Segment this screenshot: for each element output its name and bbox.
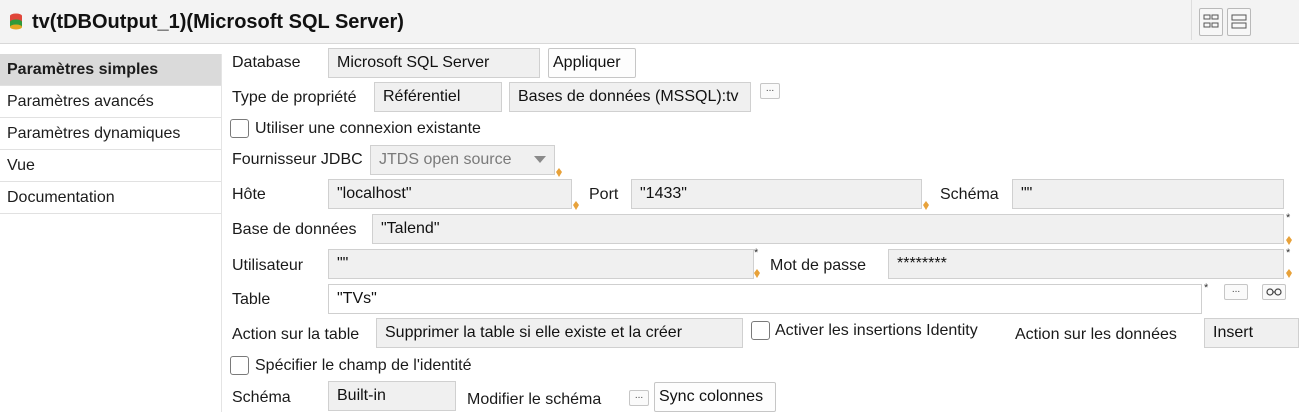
sidebar-item-dynamic-settings[interactable]: Paramètres dynamiques bbox=[0, 118, 221, 150]
identity-field-label: Spécifier le champ de l'identité bbox=[255, 357, 472, 374]
database-label: Database bbox=[232, 54, 301, 71]
title-bar: tv(tDBOutput_1)(Microsoft SQL Server) bbox=[0, 0, 1299, 44]
list-layout-button[interactable] bbox=[1227, 8, 1251, 36]
port-input[interactable]: "1433" bbox=[631, 179, 922, 209]
list-layout-icon bbox=[1231, 14, 1247, 29]
repository-select[interactable]: Bases de données (MSSQL):tv bbox=[509, 82, 751, 112]
host-input[interactable]: "localhost" bbox=[328, 179, 572, 209]
glasses-icon bbox=[1266, 288, 1282, 296]
apply-button[interactable]: Appliquer bbox=[548, 48, 636, 78]
db-schema-label: Schéma bbox=[940, 186, 999, 203]
settings-sidebar: Paramètres simples Paramètres avancés Pa… bbox=[0, 54, 222, 412]
edit-schema-label: Modifier le schéma bbox=[467, 391, 602, 408]
warning-icon bbox=[556, 168, 562, 177]
edit-schema-button[interactable]: ... bbox=[629, 390, 649, 406]
identity-field-checkbox[interactable] bbox=[230, 356, 249, 375]
chevron-down-icon bbox=[534, 156, 546, 163]
table-action-select[interactable]: Supprimer la table si elle existe et la … bbox=[376, 318, 743, 348]
guess-schema-button[interactable] bbox=[1262, 284, 1286, 300]
user-label: Utilisateur bbox=[232, 257, 304, 274]
sync-columns-button[interactable]: Sync colonnes bbox=[654, 382, 776, 412]
data-action-select[interactable]: Insert bbox=[1204, 318, 1299, 348]
warning-icon bbox=[1286, 269, 1292, 278]
database-output-icon bbox=[10, 13, 22, 30]
property-type-label: Type de propriété bbox=[232, 89, 357, 106]
warning-icon bbox=[573, 201, 579, 210]
required-marker: * bbox=[1204, 282, 1209, 294]
required-marker: * bbox=[1286, 247, 1291, 259]
sidebar-item-view[interactable]: Vue bbox=[0, 150, 221, 182]
table-label: Table bbox=[232, 291, 271, 308]
required-marker: * bbox=[1286, 212, 1291, 224]
schema-select[interactable]: Built-in bbox=[328, 381, 456, 411]
port-label: Port bbox=[589, 186, 619, 203]
identity-insert-label: Activer les insertions Identity bbox=[775, 322, 978, 339]
grid-layout-button[interactable] bbox=[1199, 8, 1223, 36]
dbname-label: Base de données bbox=[232, 221, 357, 238]
sidebar-item-documentation[interactable]: Documentation bbox=[0, 182, 221, 214]
warning-icon bbox=[754, 269, 760, 278]
password-label: Mot de passe bbox=[770, 257, 867, 274]
repository-browse-button[interactable]: ... bbox=[760, 83, 780, 99]
dbname-input[interactable]: "Talend" bbox=[372, 214, 1284, 244]
sidebar-item-basic-settings[interactable]: Paramètres simples bbox=[0, 54, 221, 86]
warning-icon bbox=[923, 201, 929, 210]
title-separator bbox=[1191, 0, 1192, 40]
jdbc-provider-label: Fournisseur JDBC bbox=[232, 151, 363, 168]
grid-layout-icon bbox=[1203, 14, 1219, 28]
identity-insert-checkbox[interactable] bbox=[751, 321, 770, 340]
db-schema-input[interactable]: "" bbox=[1012, 179, 1284, 209]
component-title: tv(tDBOutput_1)(Microsoft SQL Server) bbox=[32, 11, 404, 33]
user-input[interactable]: "" bbox=[328, 249, 754, 279]
use-existing-connection-label: Utiliser une connexion existante bbox=[255, 120, 481, 137]
password-input[interactable]: ******** bbox=[888, 249, 1284, 279]
table-browse-button[interactable]: ... bbox=[1224, 284, 1248, 300]
schema-label: Schéma bbox=[232, 389, 291, 406]
database-select[interactable]: Microsoft SQL Server bbox=[328, 48, 540, 78]
host-label: Hôte bbox=[232, 186, 266, 203]
property-type-select[interactable]: Référentiel bbox=[374, 82, 502, 112]
data-action-label: Action sur les données bbox=[1015, 326, 1177, 343]
required-marker: * bbox=[754, 247, 759, 259]
jdbc-provider-select[interactable]: JTDS open source bbox=[370, 145, 555, 175]
sidebar-item-advanced-settings[interactable]: Paramètres avancés bbox=[0, 86, 221, 118]
warning-icon bbox=[1286, 236, 1292, 245]
table-action-label: Action sur la table bbox=[232, 326, 360, 343]
use-existing-connection-checkbox[interactable] bbox=[230, 119, 249, 138]
table-input[interactable]: "TVs" bbox=[328, 284, 1202, 314]
